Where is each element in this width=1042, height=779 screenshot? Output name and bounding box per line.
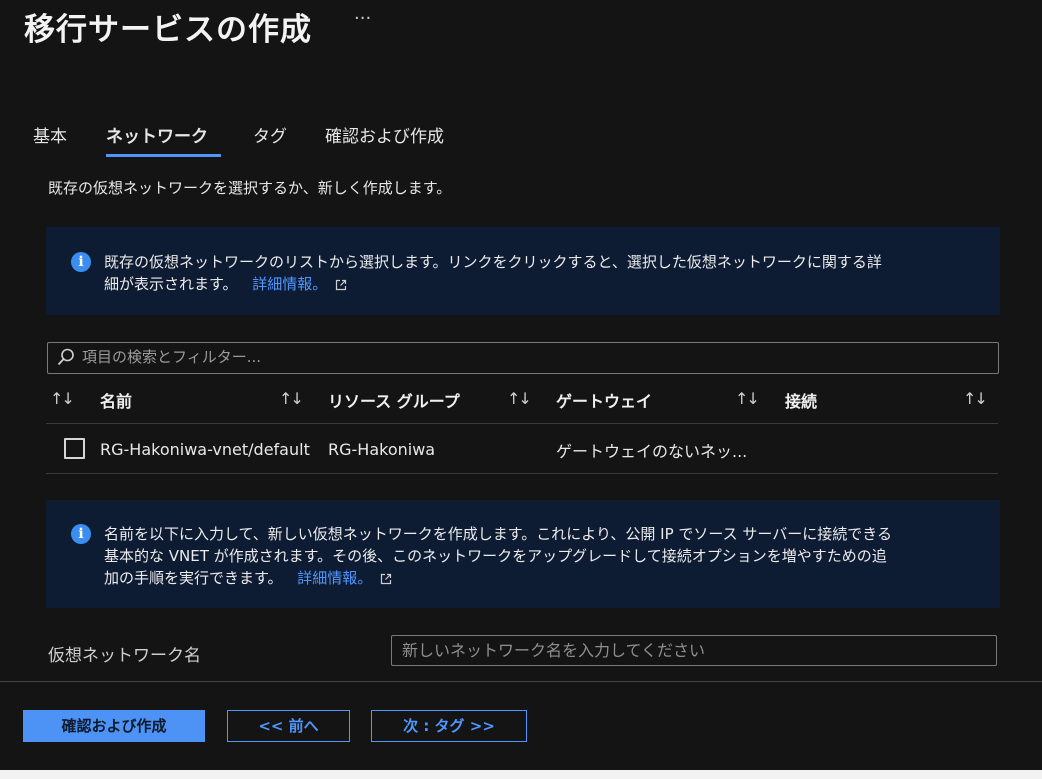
- previous-button[interactable]: << 前へ: [227, 710, 350, 742]
- column-header-connection[interactable]: 接続: [785, 388, 817, 412]
- sort-name-icon[interactable]: ↑↓: [279, 389, 304, 408]
- page-title: 移行サービスの作成: [24, 12, 312, 48]
- column-header-resource-group[interactable]: リソース グループ: [328, 388, 460, 412]
- info-icon: i: [71, 252, 91, 272]
- ellipsis-icon[interactable]: ···: [354, 8, 371, 29]
- next-button[interactable]: 次 : タグ >>: [371, 710, 527, 742]
- review-create-button[interactable]: 確認および作成: [23, 710, 205, 742]
- sort-gateway-icon[interactable]: ↑↓: [735, 389, 760, 408]
- search-icon: [57, 348, 74, 366]
- info-text-line: 基本的な VNET が作成されます。その後、このネットワークをアップグレードして…: [104, 547, 887, 565]
- sort-resource-group-icon[interactable]: ↑↓: [507, 389, 532, 408]
- cell-gateway-link[interactable]: ゲートウェイのないネッ...: [556, 438, 747, 462]
- info-text-line: 既存の仮想ネットワークのリストから選択します。リンクをクリックすると、選択した仮…: [104, 253, 882, 271]
- cell-name: RG-Hakoniwa-vnet/default: [100, 440, 310, 459]
- cell-resource-group: RG-Hakoniwa: [328, 440, 436, 459]
- external-link-icon: [336, 279, 347, 291]
- info-text-line: 細が表示されます。 詳細情報。: [104, 273, 882, 295]
- tab-review-create[interactable]: 確認および作成: [325, 122, 444, 147]
- intro-text: 既存の仮想ネットワークを選択するか、新しく作成します。: [48, 179, 452, 197]
- info-text-1: 既存の仮想ネットワークのリストから選択します。リンクをクリックすると、選択した仮…: [104, 251, 882, 295]
- vnet-name-input[interactable]: [391, 635, 997, 666]
- external-link-icon: [381, 573, 392, 585]
- active-tab-indicator: [106, 154, 221, 157]
- tab-networking[interactable]: ネットワーク: [106, 122, 208, 147]
- sort-connection-icon[interactable]: ↑↓: [963, 389, 988, 408]
- info-text-line: 名前を以下に入力して、新しい仮想ネットワークを作成します。これにより、公開 IP…: [104, 525, 892, 543]
- browser-status-strip: [0, 770, 1042, 779]
- column-header-gateway[interactable]: ゲートウェイ: [556, 388, 652, 412]
- search-input[interactable]: [82, 344, 982, 370]
- table-header-divider: [46, 423, 998, 424]
- info-text-segment: 細が表示されます。: [104, 275, 238, 293]
- tab-tags[interactable]: タグ: [253, 122, 287, 147]
- info-text-2: 名前を以下に入力して、新しい仮想ネットワークを作成します。これにより、公開 IP…: [104, 523, 892, 589]
- info-text-segment: 加の手順を実行できます。: [104, 569, 283, 587]
- column-header-name[interactable]: 名前: [100, 388, 132, 412]
- learn-more-link[interactable]: 詳細情報。: [297, 569, 372, 587]
- footer-divider: [0, 681, 1042, 682]
- learn-more-link[interactable]: 詳細情報。: [252, 275, 327, 293]
- row-checkbox[interactable]: [64, 438, 85, 459]
- info-text-line: 加の手順を実行できます。 詳細情報。: [104, 567, 892, 589]
- tab-basics[interactable]: 基本: [33, 122, 67, 147]
- table-row-divider: [46, 473, 998, 474]
- info-icon: i: [71, 524, 91, 544]
- sort-select-column-icon[interactable]: ↑↓: [50, 389, 75, 408]
- vnet-name-label: 仮想ネットワーク名: [48, 646, 201, 666]
